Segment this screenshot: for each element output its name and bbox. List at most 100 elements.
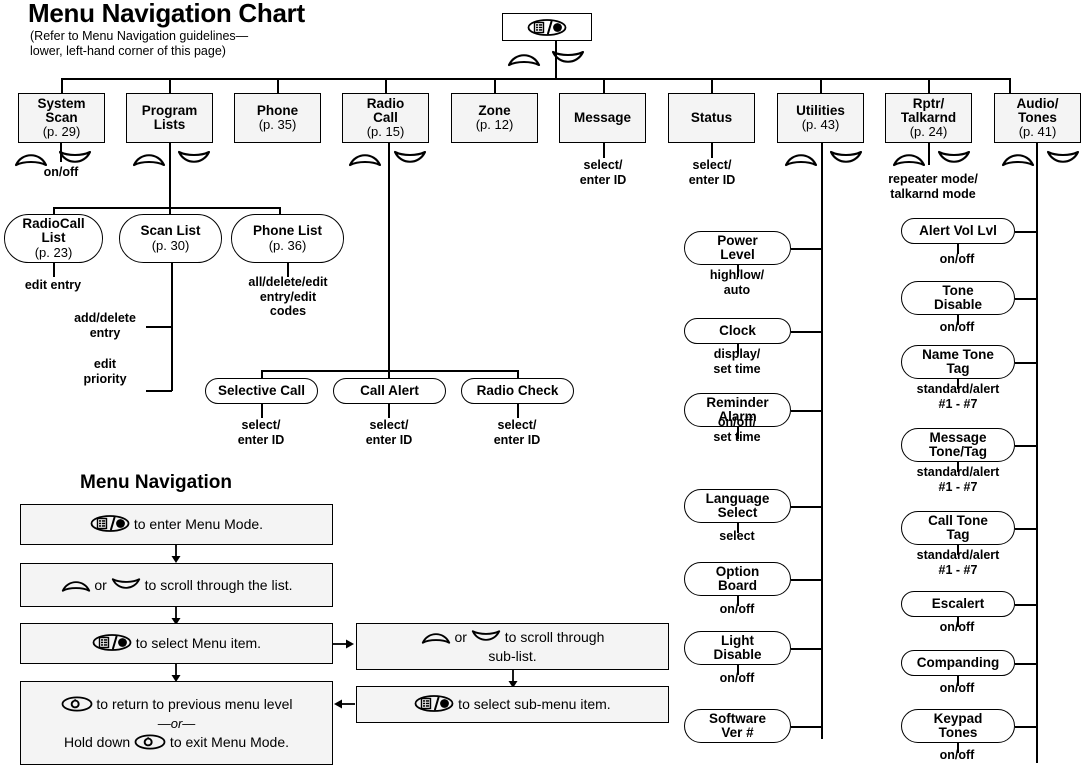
- connector-status-stem: [711, 143, 713, 158]
- node-radio-check[interactable]: Radio Check: [461, 378, 574, 404]
- legend-sub-2: to select sub-menu item.: [356, 686, 669, 723]
- option-message-tone-tag: standard/alert #1 - #7: [916, 465, 1000, 494]
- connector-drop-3: [277, 78, 279, 93]
- connector-program-lists-bus: [53, 207, 280, 209]
- connector-scan-opt-2: [146, 390, 172, 392]
- node-call-tone-tag[interactable]: Call Tone Tag: [901, 511, 1015, 545]
- connector-program-lists-stem: [169, 143, 171, 208]
- option-call-alert: select/ enter ID: [365, 418, 413, 447]
- connector-drop-10: [1009, 78, 1011, 93]
- connector-rc-drop-1: [261, 370, 263, 378]
- option-status: select/ enter ID: [688, 158, 736, 187]
- up-key-icon: [421, 629, 451, 645]
- menu-box-audio-tones[interactable]: Audio/ Tones (p. 41): [994, 93, 1081, 143]
- connector-drop-2: [169, 78, 171, 93]
- node-keypad-tones[interactable]: Keypad Tones: [901, 709, 1015, 743]
- node-clock[interactable]: Clock: [684, 318, 791, 344]
- connector-scan-opt-1: [146, 326, 172, 328]
- node-companding[interactable]: Companding: [901, 650, 1015, 676]
- option-radio-check: select/ enter ID: [493, 418, 541, 447]
- connector-selective-call-stem: [261, 404, 263, 418]
- legend-step-2-mid: or: [90, 576, 111, 593]
- menu-select-key-icon: [414, 695, 454, 712]
- menu-box-message[interactable]: Message: [559, 93, 646, 143]
- down-key-icon-program-lists: [177, 150, 211, 167]
- node-alert-vol-lvl[interactable]: Alert Vol Lvl: [901, 218, 1015, 244]
- menu-box-phone[interactable]: Phone (p. 35): [234, 93, 321, 143]
- node-call-alert[interactable]: Call Alert: [333, 378, 446, 404]
- menu-box-status[interactable]: Status: [668, 93, 755, 143]
- option-message: select/ enter ID: [579, 158, 627, 187]
- up-key-icon-radio-call: [348, 150, 382, 167]
- back-key-icon: [61, 695, 93, 712]
- menu-box-system-scan[interactable]: System Scan (p. 29): [18, 93, 105, 143]
- option-power-level: high/low/ auto: [709, 268, 765, 297]
- up-key-icon: [507, 50, 541, 67]
- connector-audio-6: [1015, 604, 1037, 606]
- legend-sub-1: or to scroll through sub-list.: [356, 623, 669, 670]
- menu-box-program-lists[interactable]: Program Lists: [126, 93, 213, 143]
- menu-box-radio-call[interactable]: Radio Call (p. 15): [342, 93, 429, 143]
- connector-drop-4: [385, 78, 387, 93]
- menu-box-zone[interactable]: Zone (p. 12): [451, 93, 538, 143]
- node-phone-list[interactable]: Phone List (p. 36): [231, 214, 344, 263]
- menu-box-rptr-talkaround[interactable]: Rptr/ Talkarnd (p. 24): [885, 93, 972, 143]
- option-option-board: on/off: [719, 602, 755, 616]
- menu-box-utilities[interactable]: Utilities (p. 43): [777, 93, 864, 143]
- option-scan-list-2: edit priority: [83, 357, 127, 386]
- node-radiocall-list[interactable]: RadioCall List (p. 23): [4, 214, 103, 263]
- connector-call-alert-stem: [388, 404, 390, 418]
- option-name-tone-tag: standard/alert #1 - #7: [916, 382, 1000, 411]
- node-tone-disable[interactable]: Tone Disable: [901, 281, 1015, 315]
- up-key-icon-utilities: [784, 150, 818, 167]
- legend-step-2: or to scroll through the list.: [20, 563, 333, 607]
- node-scan-list[interactable]: Scan List (p. 30): [119, 214, 222, 263]
- option-clock: display/ set time: [713, 347, 761, 376]
- option-selective-call: select/ enter ID: [237, 418, 285, 447]
- connector-audio-1: [1015, 231, 1037, 233]
- node-escalert[interactable]: Escalert: [901, 591, 1015, 617]
- connector-audio-5: [1015, 528, 1037, 530]
- legend-step-2-text: to scroll through the list.: [140, 576, 293, 593]
- connector-audio-7: [1015, 663, 1037, 665]
- option-tone-disable: on/off: [939, 320, 975, 334]
- connector-util-5: [791, 579, 822, 581]
- option-radiocall-list: edit entry: [24, 278, 82, 292]
- connector-drop-7: [711, 78, 713, 93]
- node-selective-call[interactable]: Selective Call: [205, 378, 318, 404]
- option-alert-vol-lvl: on/off: [939, 252, 975, 266]
- legend-step-3: to select Menu item.: [20, 623, 333, 664]
- down-key-icon: [471, 629, 501, 645]
- connector-drop-8: [820, 78, 822, 93]
- node-option-board[interactable]: Option Board: [684, 562, 791, 596]
- menu-select-key-icon: [92, 634, 132, 651]
- connector-rc-drop-3: [517, 370, 519, 378]
- up-key-icon-rptr: [892, 150, 926, 167]
- legend-step-4-or: —or—: [157, 715, 196, 731]
- connector-drop-1: [61, 78, 63, 93]
- legend-step-1: to enter Menu Mode.: [20, 504, 333, 545]
- node-name-tone-tag[interactable]: Name Tone Tag: [901, 345, 1015, 379]
- node-message-tone-tag[interactable]: Message Tone/Tag: [901, 428, 1015, 462]
- page-subtitle: (Refer to Menu Navigation guidelines— lo…: [30, 29, 249, 58]
- down-key-icon-audio: [1046, 150, 1080, 167]
- legend-sub-2-text: to select sub-menu item.: [454, 696, 611, 712]
- up-key-icon-audio: [1001, 150, 1035, 167]
- node-language-select[interactable]: Language Select: [684, 489, 791, 523]
- option-escalert: on/off: [939, 620, 975, 634]
- arrow-down-icon-3: [170, 664, 182, 682]
- up-key-icon-program-lists: [132, 150, 166, 167]
- option-companding: on/off: [939, 681, 975, 695]
- option-light-disable: on/off: [719, 671, 755, 685]
- option-reminder-alarm: on/off/ set time: [713, 415, 761, 444]
- node-software-ver[interactable]: Software Ver #: [684, 709, 791, 743]
- back-key-icon: [134, 733, 166, 750]
- arrow-right-icon: [333, 638, 355, 650]
- legend-step-4: to return to previous menu level —or— Ho…: [20, 681, 333, 765]
- option-language-select: select: [719, 529, 755, 543]
- node-power-level[interactable]: Power Level: [684, 231, 791, 265]
- connector-util-3: [791, 410, 822, 412]
- menu-select-key-icon: [90, 515, 130, 532]
- connector-drop-6: [603, 78, 605, 93]
- node-light-disable[interactable]: Light Disable: [684, 631, 791, 665]
